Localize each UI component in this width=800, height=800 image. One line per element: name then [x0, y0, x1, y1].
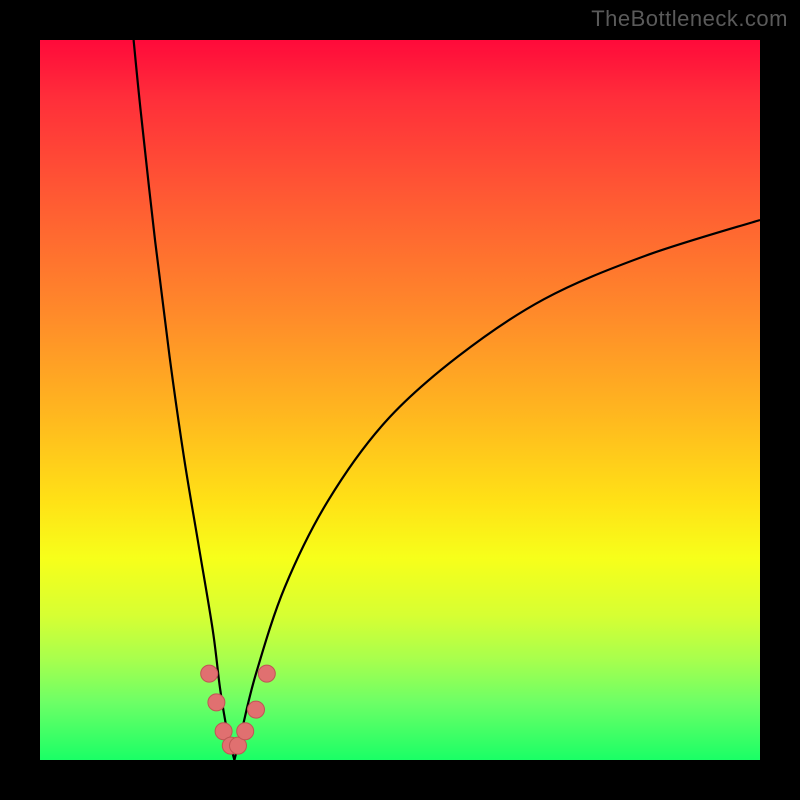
watermark-text: TheBottleneck.com: [591, 6, 788, 32]
marker-point: [258, 665, 275, 682]
curve-right-branch: [234, 220, 760, 760]
chart-frame: TheBottleneck.com: [0, 0, 800, 800]
trough-markers: [201, 665, 276, 754]
marker-point: [237, 723, 254, 740]
curve-left-branch: [134, 40, 235, 760]
chart-overlay: [40, 40, 760, 760]
marker-point: [248, 701, 265, 718]
marker-point: [208, 694, 225, 711]
marker-point: [201, 665, 218, 682]
